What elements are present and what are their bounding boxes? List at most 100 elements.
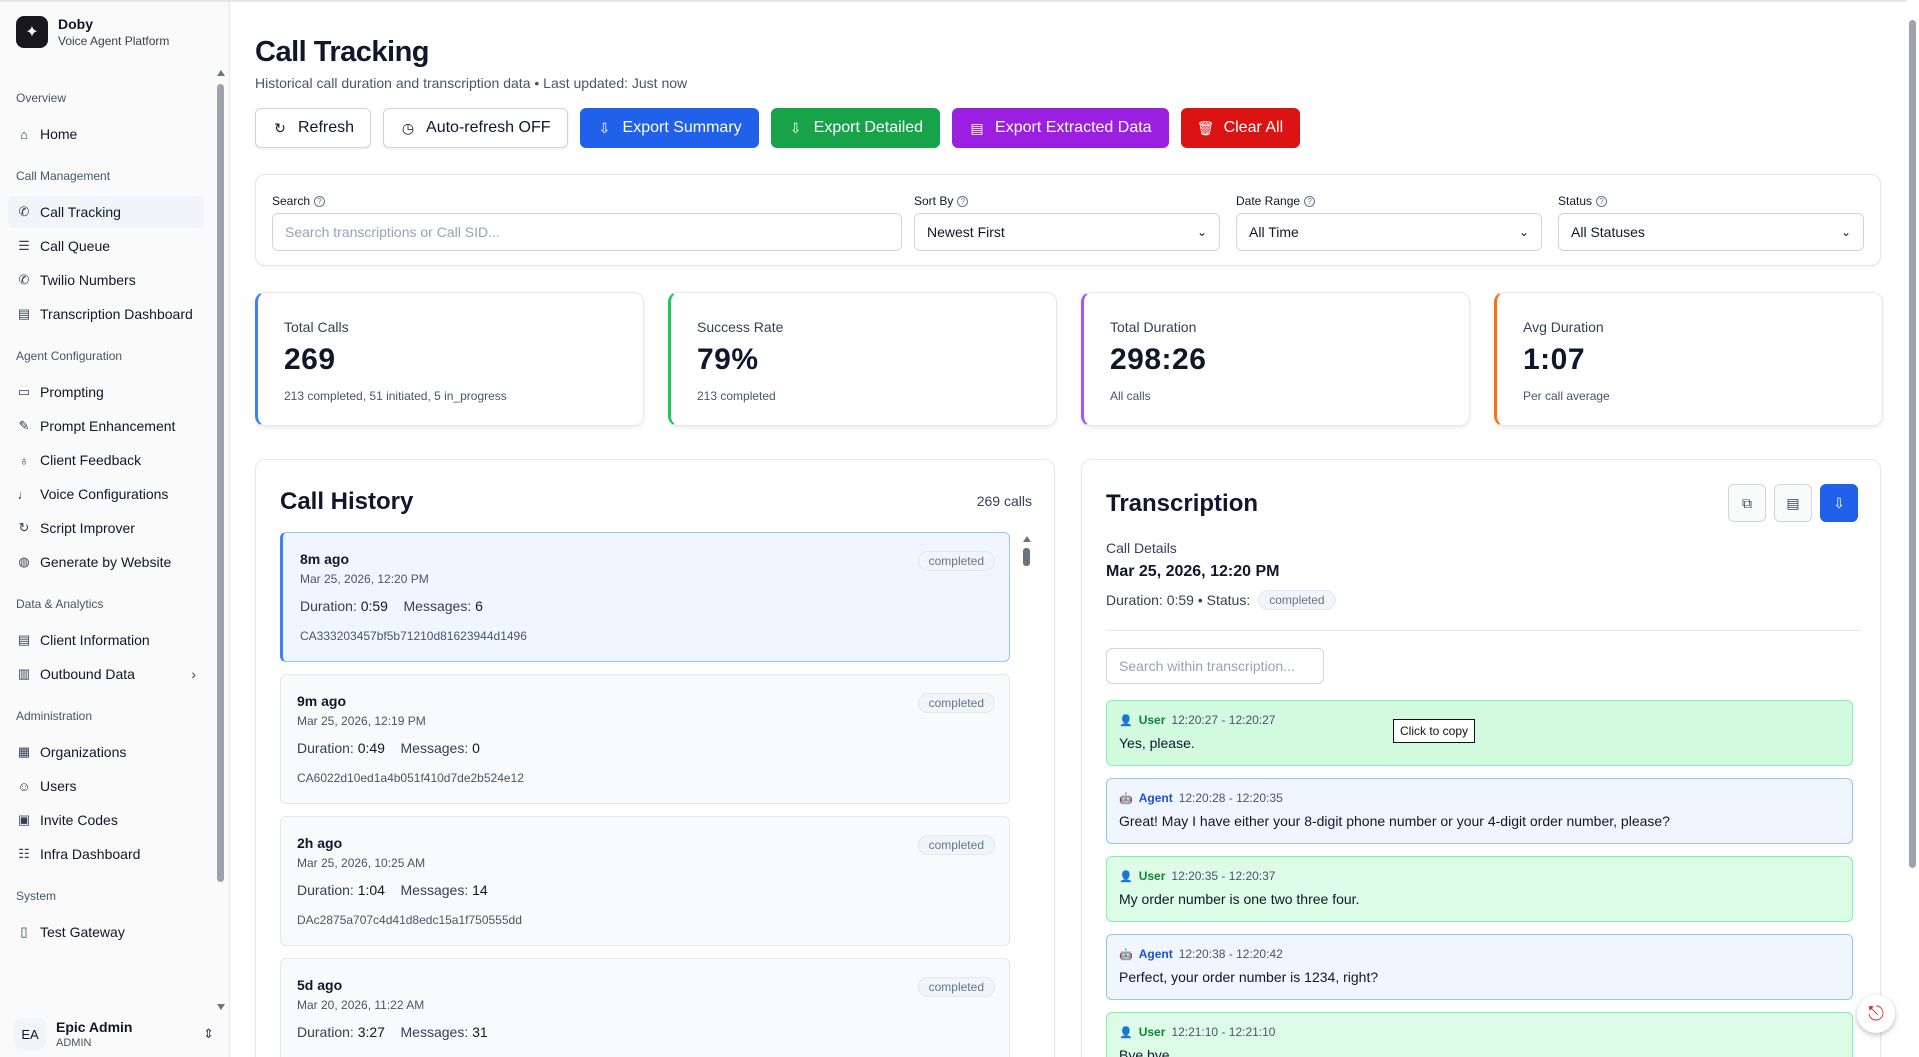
scroll-up-arrow-icon[interactable] — [1023, 536, 1031, 542]
message-time: 12:20:35 - 12:20:37 — [1171, 869, 1276, 883]
sort-select[interactable]: Newest First ⌄ — [914, 213, 1220, 251]
date-range-label: Date Range? — [1236, 194, 1316, 208]
download-button[interactable]: ⇩ — [1820, 484, 1858, 522]
sidebar-item-generate-by-website[interactable]: ◍ Generate by Website — [8, 546, 204, 578]
transcription-panel: Transcription ⧉ ▤ ⇩ Call Details Mar 25,… — [1081, 459, 1881, 1057]
export-summary-label: Export Summary — [622, 119, 742, 136]
message-text: Perfect, your order number is 1234, righ… — [1119, 969, 1379, 985]
sidebar-item-voice-configurations[interactable]: ♩ Voice Configurations — [8, 478, 204, 510]
status-badge: completed — [917, 835, 995, 855]
message-role: User — [1138, 713, 1166, 727]
call-list-scroll-thumb[interactable] — [1023, 548, 1030, 566]
scroll-down-arrow-icon[interactable] — [217, 1004, 225, 1010]
sidebar-item-prompting[interactable]: ▭ Prompting — [8, 376, 204, 408]
auto-refresh-button[interactable]: ◷ Auto-refresh OFF — [383, 108, 568, 148]
search-label: Search? — [272, 194, 326, 208]
chevron-down-icon: ⌄ — [1196, 225, 1207, 239]
call-sid: CA333203457bf5b71210d81623944d1496 — [300, 629, 527, 643]
help-icon[interactable]: ? — [957, 195, 969, 207]
list-item[interactable]: 8m ago Mar 25, 2026, 12:20 PM Duration: … — [280, 532, 1010, 662]
call-ago: 5d ago — [297, 977, 343, 993]
sidebar-item-call-queue[interactable]: ☰ Call Queue — [8, 230, 204, 262]
transcript-message-agent[interactable]: 🤖 Agent 12:20:28 - 12:20:35 Great! May I… — [1106, 778, 1853, 844]
page-scrollbar[interactable] — [1906, 0, 1919, 1057]
status-select[interactable]: All Statuses ⌄ — [1558, 213, 1864, 251]
sidebar-scroll-thumb[interactable] — [217, 84, 224, 882]
transcript-message-user[interactable]: 👤 User 12:21:10 - 12:21:10 Bye bye. — [1106, 1012, 1853, 1057]
help-icon[interactable]: ? — [314, 195, 326, 207]
sidebar-item-twilio-numbers[interactable]: ✆ Twilio Numbers — [8, 264, 204, 296]
bar-chart-icon: ▥ — [17, 666, 31, 681]
sidebar-item-call-tracking[interactable]: ✆ Call Tracking — [8, 196, 204, 228]
stat-value: 269 — [284, 343, 336, 376]
message-header: 👤 User 12:20:27 - 12:20:27 — [1119, 713, 1840, 727]
message-text: Yes, please. — [1119, 735, 1195, 751]
transcript-message-user[interactable]: 👤 User 12:20:27 - 12:20:27 Yes, please. … — [1106, 700, 1853, 766]
sidebar-item-script-improver[interactable]: ↻ Script Improver — [8, 512, 204, 544]
export-detailed-label: Export Detailed — [813, 119, 924, 136]
sidebar-item-label: Twilio Numbers — [40, 272, 136, 288]
sidebar-item-prompt-enhancement[interactable]: ✎ Prompt Enhancement — [8, 410, 204, 442]
sidebar-item-test-gateway[interactable]: ▯ Test Gateway — [8, 916, 204, 948]
sidebar-item-outbound-data[interactable]: ▥ Outbound Data › — [8, 658, 204, 690]
status-badge: completed — [917, 977, 995, 997]
sidebar-item-label: Call Tracking — [40, 204, 121, 220]
list-item[interactable]: 5d ago Mar 20, 2026, 11:22 AM Duration: … — [280, 958, 1010, 1057]
search-input[interactable]: Search transcriptions or Call SID... — [272, 213, 902, 251]
transcription-search-input[interactable]: Search within transcription... — [1106, 648, 1324, 684]
sidebar-item-label: Prompting — [40, 384, 104, 400]
nav-section-agent-configuration: Agent Configuration — [16, 349, 123, 363]
copy-button[interactable]: ⧉ — [1728, 484, 1766, 522]
help-icon[interactable]: ? — [1304, 195, 1316, 207]
export-detailed-button[interactable]: ⇩ Export Detailed — [770, 108, 941, 148]
globe-icon: ◍ — [18, 554, 30, 569]
message-role: User — [1138, 869, 1166, 883]
clear-all-button[interactable]: 🗑 Clear All — [1180, 108, 1301, 148]
transcript-message-user[interactable]: 👤 User 12:20:35 - 12:20:37 My order numb… — [1106, 856, 1853, 922]
list-item[interactable]: 2h ago Mar 25, 2026, 10:25 AM Duration: … — [280, 816, 1010, 946]
stat-label: Success Rate — [697, 319, 784, 335]
export-summary-button[interactable]: ⇩ Export Summary — [579, 108, 759, 148]
sidebar-item-home[interactable]: ⌂ Home — [8, 118, 204, 150]
user-menu[interactable]: EA Epic Admin ADMIN ⇕ — [14, 1018, 214, 1050]
sidebar-item-client-information[interactable]: ▤ Client Information — [8, 624, 204, 656]
message-time: 12:20:27 - 12:20:27 — [1171, 713, 1276, 727]
file-download-icon: ⇩ — [598, 119, 611, 136]
copy-icon: ⧉ — [1742, 494, 1752, 511]
status-select-value: All Statuses — [1571, 224, 1645, 240]
export-extracted-button[interactable]: ▤ Export Extracted Data — [952, 108, 1169, 148]
ticket-icon: ▣ — [17, 812, 31, 827]
page-scroll-thumb[interactable] — [1909, 20, 1916, 868]
sidebar-item-infra-dashboard[interactable]: ☷ Infra Dashboard — [8, 838, 204, 870]
call-details-label: Call Details — [1106, 540, 1177, 556]
sidebar-item-label: Prompt Enhancement — [40, 418, 176, 434]
lightbulb-icon: ♁ — [19, 452, 29, 468]
call-ago: 9m ago — [297, 693, 347, 709]
scroll-up-arrow-icon[interactable] — [217, 70, 225, 76]
chevron-down-icon: ⌄ — [1840, 225, 1851, 239]
sidebar-scrollbar[interactable] — [216, 70, 226, 1010]
pdf-icon[interactable]: ⎋ — [1857, 995, 1895, 1033]
export-text-button[interactable]: ▤ — [1774, 484, 1812, 522]
message-time: 12:21:10 - 12:21:10 — [1171, 1025, 1276, 1039]
sidebar-item-label: Test Gateway — [40, 924, 125, 940]
sidebar-item-organizations[interactable]: ▦ Organizations — [8, 736, 204, 768]
brand[interactable]: ✦ Doby Voice Agent Platform — [16, 16, 169, 48]
message-role: User — [1138, 1025, 1166, 1039]
stats-row: Total Calls 269 213 completed, 51 initia… — [255, 292, 1883, 426]
nav-section-call-management: Call Management — [16, 169, 111, 183]
sidebar-item-label: Home — [40, 126, 78, 142]
help-icon[interactable]: ? — [1596, 195, 1608, 207]
sidebar-item-transcription-dashboard[interactable]: ▤ Transcription Dashboard — [8, 298, 204, 330]
message-text: Great! May I have either your 8-digit ph… — [1119, 813, 1670, 829]
refresh-button[interactable]: ↻ Refresh — [255, 108, 372, 148]
date-range-select[interactable]: All Time ⌄ — [1236, 213, 1542, 251]
sidebar-item-users[interactable]: ☺ Users — [8, 770, 204, 802]
call-list-scrollbar[interactable] — [1022, 536, 1032, 1057]
sidebar-item-invite-codes[interactable]: ▣ Invite Codes — [8, 804, 204, 836]
building-icon: ▦ — [17, 744, 31, 759]
server-icon: ☷ — [18, 846, 30, 861]
sidebar-item-client-feedback[interactable]: ♁ Client Feedback — [8, 444, 204, 476]
list-item[interactable]: 9m ago Mar 25, 2026, 12:19 PM Duration: … — [280, 674, 1010, 804]
transcript-message-agent[interactable]: 🤖 Agent 12:20:38 - 12:20:42 Perfect, you… — [1106, 934, 1853, 1000]
